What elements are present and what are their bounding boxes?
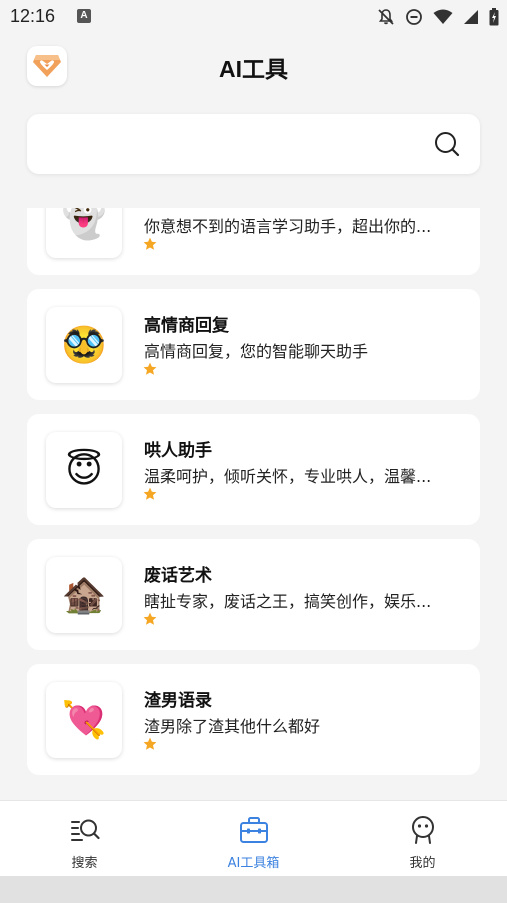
tool-icon-box: 💘 (46, 682, 122, 758)
search-list-icon (71, 819, 100, 841)
bell-off-icon (378, 9, 394, 25)
tool-icon-box: 👻 (46, 208, 122, 258)
star-icon (143, 362, 157, 375)
notification-a-icon: A (77, 9, 91, 23)
tool-card[interactable]: 💘 渣男语录 渣男除了渣其他什么都好 (27, 664, 480, 775)
derelict-house-icon: 🏚️ (61, 575, 107, 616)
tool-description: 你意想不到的语言学习助手，超出你的... (144, 217, 432, 236)
tool-icon-box: 🥸 (46, 307, 122, 383)
tool-list[interactable]: 👻 你意想不到的语言学习助手，超出你的... 🥸 高情商回复 高情商回复，您的智… (0, 208, 507, 800)
star-icon (143, 612, 157, 625)
tool-description: 温柔呵护，倾听关怀，专业哄人，温馨... (144, 467, 432, 486)
bottom-nav: 搜索 AI工具箱 我的 (0, 800, 507, 877)
star-icon (143, 737, 157, 750)
ghost-icon: 👻 (61, 208, 107, 241)
nav-item-search[interactable]: 搜索 (0, 801, 169, 877)
tool-card[interactable]: 😇 哄人助手 温柔呵护，倾听关怀，专业哄人，温馨... (27, 414, 480, 525)
nav-item-ai-toolbox[interactable]: AI工具箱 (169, 801, 338, 877)
tool-icon-box: 🏚️ (46, 557, 122, 633)
star-icon (143, 237, 157, 250)
signal-icon (464, 10, 478, 24)
nav-item-profile[interactable]: 我的 (338, 801, 507, 877)
system-navigation-bar (0, 876, 507, 903)
search-icon[interactable] (434, 131, 460, 157)
disguised-face-icon: 🥸 (61, 325, 107, 366)
tool-card[interactable]: 🏚️ 废话艺术 瞎扯专家，废话之王，搞笑创作，娱乐... (27, 539, 480, 650)
heart-arrow-icon: 💘 (61, 700, 107, 741)
status-bar: 12:16 A (0, 0, 507, 34)
tool-description: 高情商回复，您的智能聊天助手 (144, 342, 369, 361)
wifi-icon (433, 9, 453, 24)
tool-title: 哄人助手 (144, 441, 212, 461)
tool-card[interactable]: 🥸 高情商回复 高情商回复，您的智能聊天助手 (27, 289, 480, 400)
toolbox-icon (240, 817, 268, 843)
tool-title: 高情商回复 (144, 316, 229, 336)
nav-label-ai-toolbox: AI工具箱 (227, 856, 280, 871)
page-title: AI工具 (219, 56, 288, 82)
nav-label-search: 搜索 (71, 856, 98, 871)
tool-description: 渣男除了渣其他什么都好 (144, 717, 321, 736)
status-icons (377, 6, 499, 28)
star-icon (143, 487, 157, 500)
tool-card[interactable]: 👻 你意想不到的语言学习助手，超出你的... (27, 208, 480, 275)
battery-icon (489, 8, 499, 26)
tool-description: 瞎扯专家，废话之王，搞笑创作，娱乐... (144, 592, 432, 611)
halo-face-icon: 😇 (65, 449, 103, 491)
search-input[interactable] (43, 124, 427, 166)
tool-title: 废话艺术 (144, 566, 212, 586)
do-not-disturb-icon (406, 9, 422, 25)
profile-icon (412, 816, 434, 844)
tool-title: 渣男语录 (144, 691, 212, 711)
search-box[interactable] (27, 114, 480, 174)
nav-label-profile: 我的 (409, 856, 436, 871)
status-time: 12:16 (10, 6, 56, 26)
tool-icon-box: 😇 (46, 432, 122, 508)
